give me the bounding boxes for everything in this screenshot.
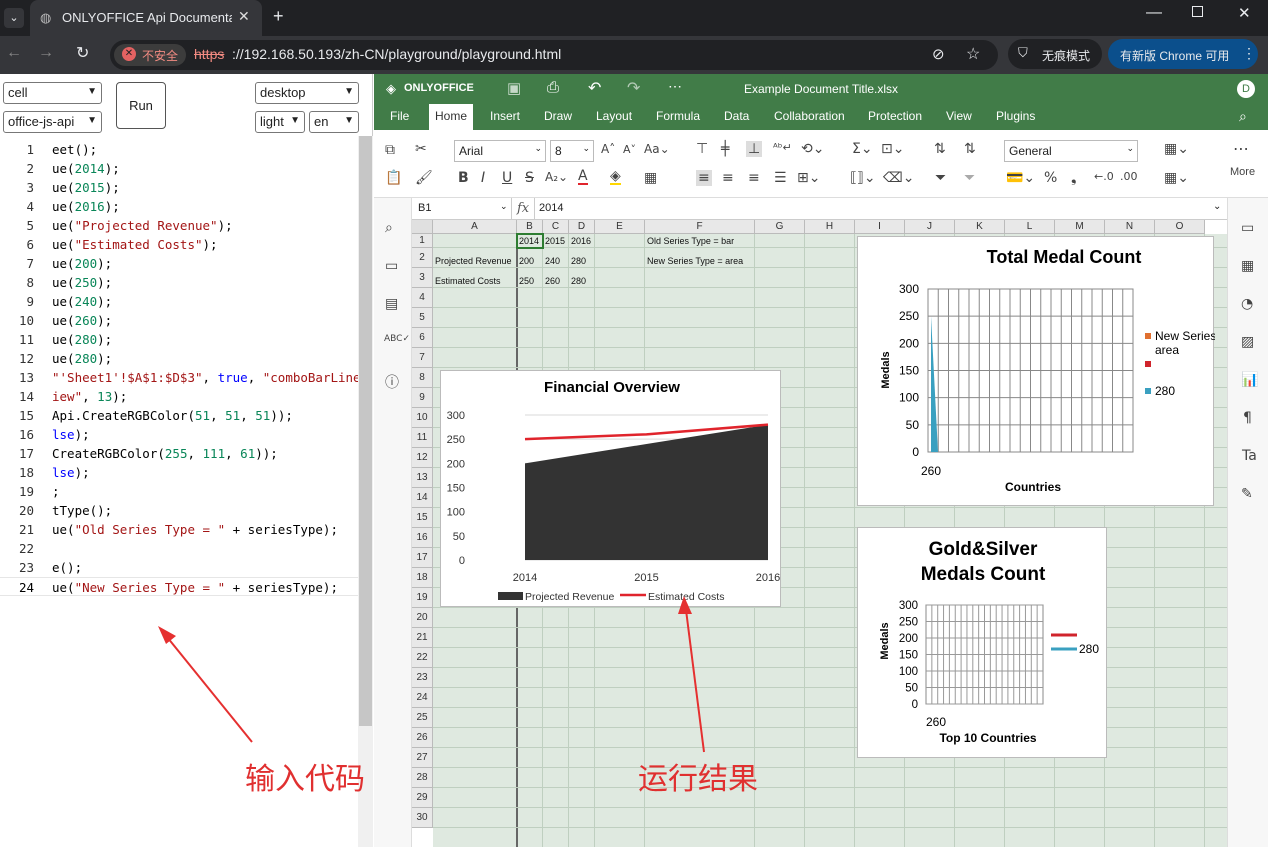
input-code-annotation: 输入代码 — [245, 762, 365, 797]
arrow-to-result — [684, 601, 705, 753]
arrow-head-code — [158, 626, 176, 644]
annotation-arrows — [158, 596, 705, 753]
arrow-head-result — [678, 596, 692, 614]
run-result-annotation: 运行结果 — [638, 762, 758, 797]
arrow-to-code — [162, 631, 253, 743]
